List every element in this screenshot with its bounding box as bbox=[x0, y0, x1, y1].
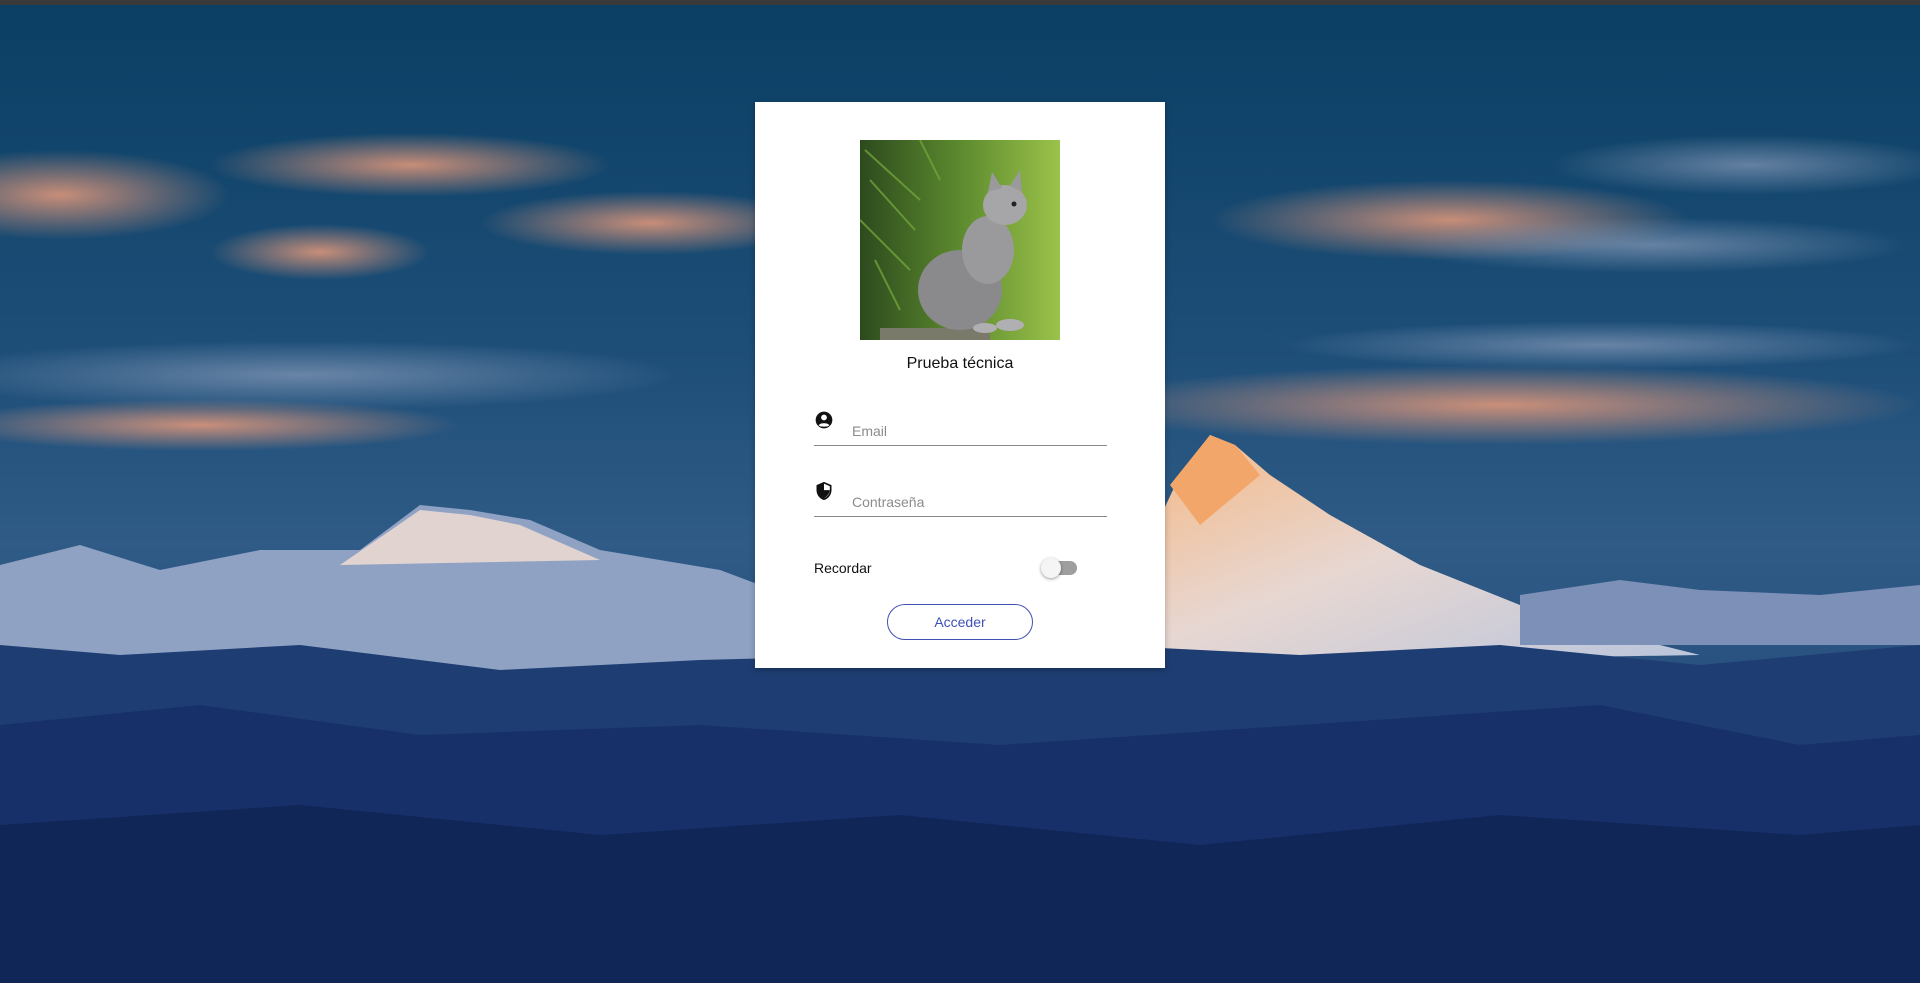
remember-toggle[interactable] bbox=[1041, 558, 1077, 578]
remember-row: Recordar bbox=[814, 552, 1107, 582]
email-field-group bbox=[814, 410, 1107, 446]
login-card: Prueba técnica Recordar Acc bbox=[755, 102, 1165, 668]
password-field-group bbox=[814, 481, 1107, 517]
password-input[interactable] bbox=[852, 491, 1102, 513]
page-title: Prueba técnica bbox=[906, 355, 1014, 372]
kitten-logo-image bbox=[860, 140, 1060, 340]
login-button[interactable]: Acceder bbox=[887, 604, 1033, 640]
email-input[interactable] bbox=[852, 420, 1102, 442]
toggle-thumb bbox=[1041, 558, 1061, 578]
account-circle-icon bbox=[814, 410, 834, 430]
remember-label: Recordar bbox=[814, 560, 872, 576]
shield-icon bbox=[814, 481, 834, 501]
